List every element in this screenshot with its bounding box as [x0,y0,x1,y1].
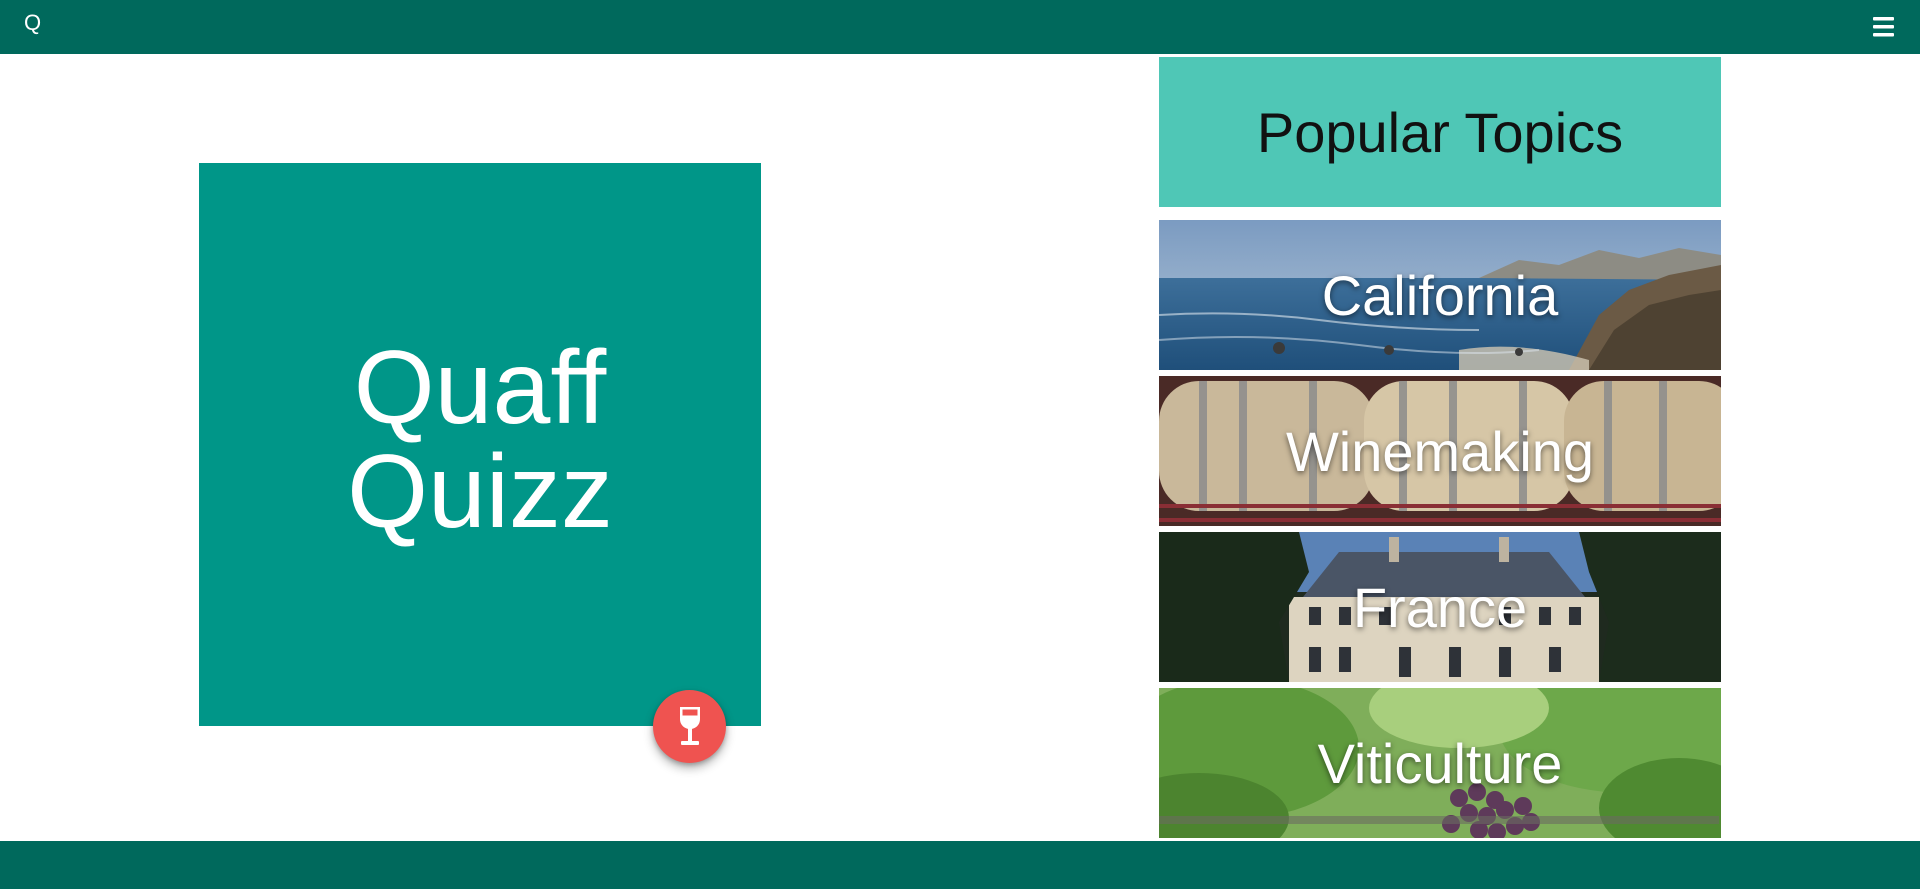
brand-logo[interactable]: Q [24,10,41,36]
top-app-bar: Q [0,0,1920,54]
topic-card-france[interactable]: France [1159,532,1721,682]
topic-label: Winemaking [1285,419,1595,483]
topic-card-viticulture[interactable]: Viticulture [1159,688,1721,838]
topic-label: Viticulture [1317,731,1563,795]
topic-label: California [1321,263,1559,327]
topic-card-california[interactable]: California [1159,220,1721,370]
topic-card-winemaking[interactable]: Winemaking [1159,376,1721,526]
hero-card: Quaff Quizz [199,163,761,726]
hamburger-menu-icon [1873,17,1894,37]
topic-label: France [1352,575,1528,639]
hamburger-menu-button[interactable] [1866,12,1900,42]
popular-topics-heading: Popular Topics [1256,100,1624,164]
popular-topics-panel: Popular Topics California Winemaking Fra… [1159,57,1721,838]
popular-topics-header: Popular Topics [1159,57,1721,207]
app-title: Quaff Quizz [347,329,613,550]
wine-glass-icon [679,706,700,745]
start-quiz-fab[interactable] [653,690,726,763]
footer-bar [0,841,1920,889]
